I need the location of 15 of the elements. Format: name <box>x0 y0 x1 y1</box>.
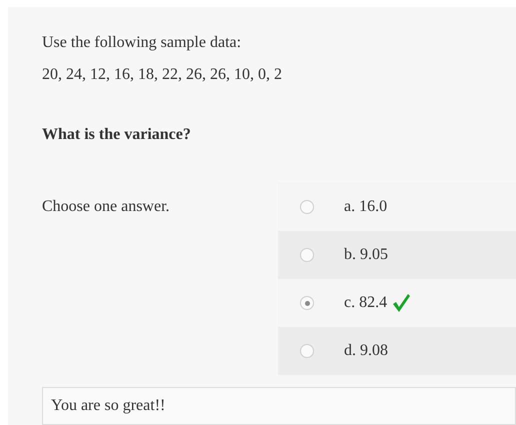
radio-button[interactable] <box>300 344 314 358</box>
radio-button[interactable] <box>300 200 314 214</box>
answer-option[interactable]: b. 9.05 <box>278 231 516 279</box>
option-label: a. 16.0 <box>344 198 388 216</box>
instruction-text: Choose one answer. <box>42 197 171 217</box>
answer-option[interactable]: d. 9.08 <box>278 327 516 375</box>
radio-button[interactable] <box>300 296 314 310</box>
option-label: d. 9.08 <box>344 342 388 360</box>
question-intro: Use the following sample data: <box>42 33 242 53</box>
option-label: c. 82.4 <box>344 294 388 312</box>
feedback-message: You are so great!! <box>42 387 516 425</box>
radio-button[interactable] <box>300 248 314 262</box>
option-label: b. 9.05 <box>344 246 388 264</box>
sample-data: 20, 24, 12, 16, 18, 22, 26, 26, 10, 0, 2 <box>42 65 283 85</box>
question-prompt: What is the variance? <box>42 125 192 145</box>
